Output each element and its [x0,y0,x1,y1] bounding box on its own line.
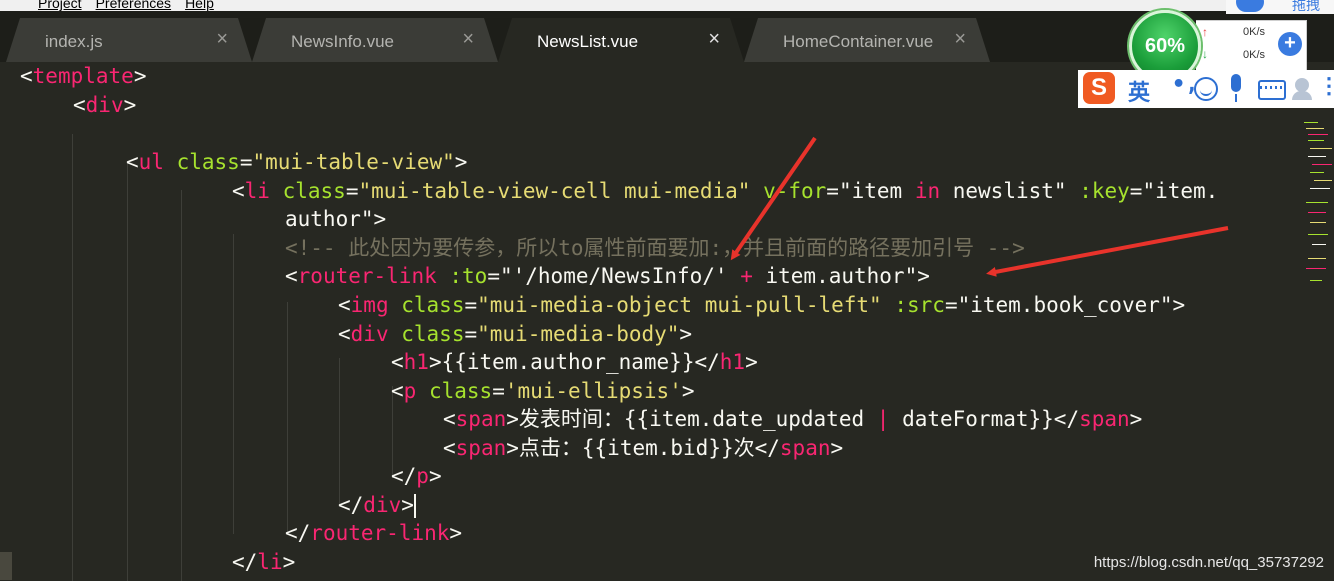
ime-toolbar[interactable]: S 英 •, ⋮ [1078,70,1334,108]
top-right-toolbar: 拖拽 [1226,0,1334,14]
speed-panel: ↑ 0K/s ↓ 0K/s + [1196,20,1307,74]
microphone-icon[interactable] [1231,74,1241,102]
watermark: https://blog.csdn.net/qq_35737292 [1093,554,1324,571]
arrow-to-attribute [730,136,817,261]
ime-language-toggle[interactable]: 英 [1128,75,1150,107]
user-icon[interactable] [1292,78,1312,100]
keyboard-icon[interactable] [1258,80,1286,100]
sogou-logo-icon[interactable]: S [1083,72,1115,104]
upload-speed: 0K/s [1243,26,1266,38]
cloud-icon[interactable] [1236,0,1264,12]
emoji-icon[interactable] [1194,77,1218,101]
drag-label[interactable]: 拖拽 [1292,0,1320,15]
upload-arrow-icon: ↑ [1202,25,1208,39]
download-arrow-icon: ↓ [1202,47,1208,61]
plus-icon[interactable]: + [1278,32,1302,56]
download-speed: 0K/s [1243,49,1266,61]
more-icon[interactable]: ⋮ [1318,74,1334,99]
arrow-to-quotes [986,226,1229,277]
